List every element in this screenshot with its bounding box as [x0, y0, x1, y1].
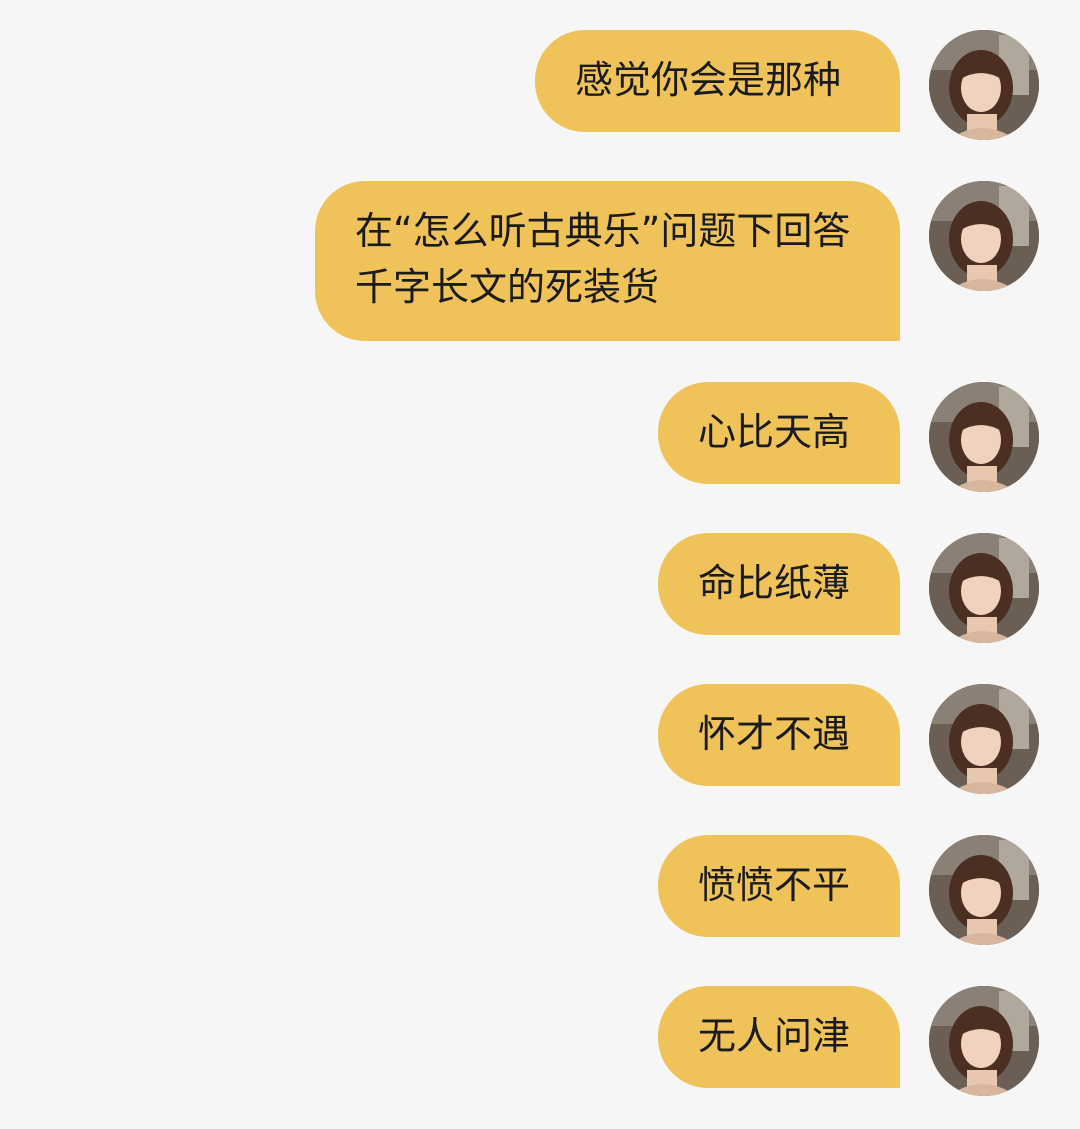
avatar-icon[interactable] [929, 986, 1039, 1096]
message-text: 在“怎么听古典乐”问题下回答千字长文的死装货 [355, 209, 851, 309]
message-bubble[interactable]: 怀才不遇 [658, 684, 900, 786]
message-text: 命比纸薄 [698, 561, 851, 605]
message-text: 无人问津 [698, 1014, 851, 1058]
message-bubble[interactable]: 命比纸薄 [658, 533, 900, 635]
avatar-icon[interactable] [929, 835, 1039, 945]
avatar-icon[interactable] [929, 181, 1039, 291]
message-bubble[interactable]: 在“怎么听古典乐”问题下回答千字长文的死装货 [315, 181, 900, 341]
message-text: 愤愤不平 [698, 863, 851, 907]
avatar-icon[interactable] [929, 30, 1039, 140]
message-bubble[interactable]: 感觉你会是那种 [535, 30, 900, 132]
avatar-icon[interactable] [929, 533, 1039, 643]
avatar-icon[interactable] [929, 382, 1039, 492]
message-bubble[interactable]: 心比天高 [658, 382, 900, 484]
message-bubble[interactable]: 愤愤不平 [658, 835, 900, 937]
message-text: 感觉你会是那种 [575, 58, 842, 102]
message-bubble[interactable]: 无人问津 [658, 986, 900, 1088]
avatar-icon[interactable] [929, 684, 1039, 794]
message-text: 怀才不遇 [698, 712, 851, 756]
chat-thread: 感觉你会是那种 在“怎么听古典乐”问题下回答千字长文的死装货 心比天高 命比纸薄… [0, 0, 1080, 1129]
message-text: 心比天高 [698, 410, 851, 454]
